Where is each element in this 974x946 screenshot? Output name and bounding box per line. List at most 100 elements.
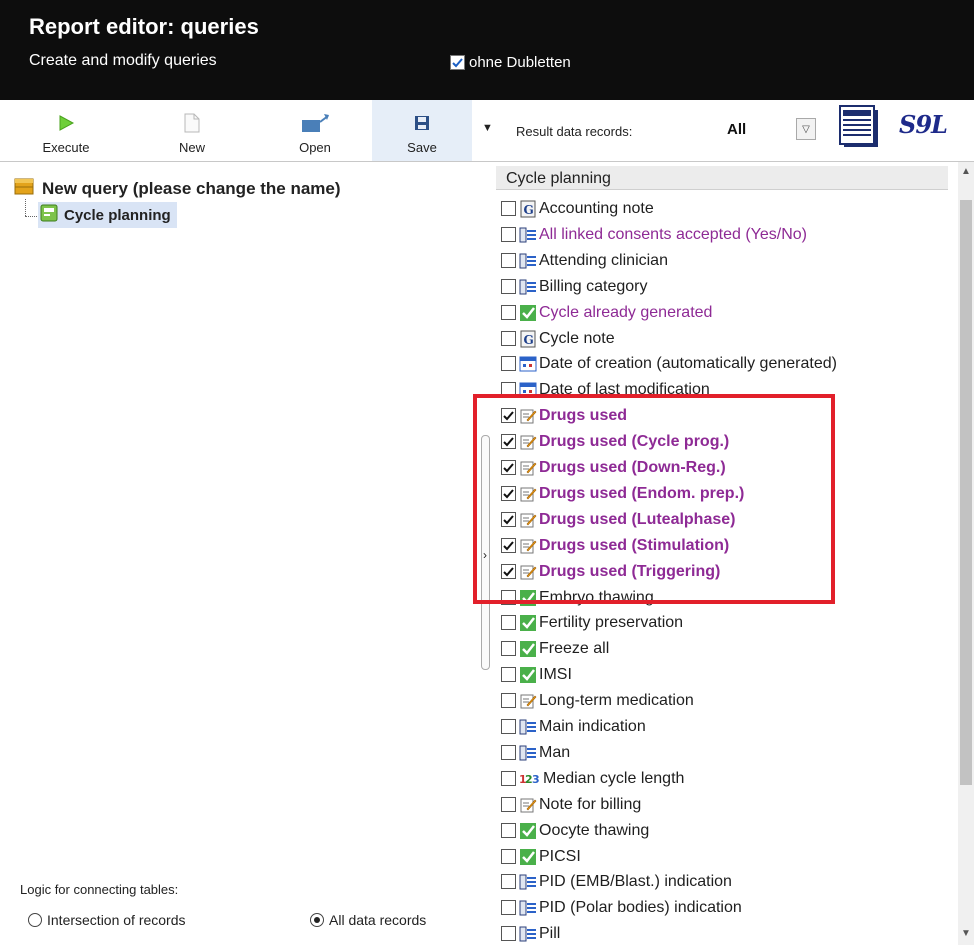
logic-label: Logic for connecting tables: <box>20 882 179 897</box>
field-item[interactable]: Long-term medication <box>501 688 694 713</box>
field-item[interactable]: Drugs used (Cycle prog.) <box>501 429 729 454</box>
field-checkbox-checked[interactable] <box>501 486 516 501</box>
field-checkbox[interactable] <box>501 382 516 397</box>
tree-node-cycle-planning[interactable]: Cycle planning <box>38 202 177 228</box>
field-checkbox-checked[interactable] <box>501 434 516 449</box>
field-label: Main indication <box>539 717 646 735</box>
field-checkbox[interactable] <box>501 356 516 371</box>
field-item[interactable]: Drugs used (Endom. prep.) <box>501 481 744 506</box>
field-checkbox[interactable] <box>501 926 516 941</box>
field-checkbox-checked[interactable] <box>501 538 516 553</box>
field-item[interactable]: Drugs used (Stimulation) <box>501 533 729 558</box>
field-checkbox[interactable] <box>501 201 516 216</box>
new-button[interactable]: New <box>172 100 212 161</box>
save-icon <box>414 108 430 138</box>
field-item[interactable]: Billing category <box>501 274 648 299</box>
report-icon[interactable] <box>838 104 880 153</box>
field-item[interactable]: All linked consents accepted (Yes/No) <box>501 222 807 247</box>
dedup-checkbox[interactable] <box>450 55 465 70</box>
field-checkbox[interactable] <box>501 615 516 630</box>
field-checkbox[interactable] <box>501 279 516 294</box>
result-records-value[interactable]: All <box>727 121 746 138</box>
field-checkbox[interactable] <box>501 590 516 605</box>
radio-circle[interactable] <box>28 913 42 927</box>
field-item[interactable]: Date of creation (automatically generate… <box>501 351 837 376</box>
field-item[interactable]: Date of last modification <box>501 377 710 402</box>
chevron-right-icon[interactable]: › <box>483 548 487 562</box>
radio-all-records[interactable]: All data records <box>310 912 426 928</box>
field-checkbox[interactable] <box>501 849 516 864</box>
field-label: Drugs used (Cycle prog.) <box>539 432 730 450</box>
field-item[interactable]: G Accounting note <box>501 196 654 221</box>
execute-button[interactable]: Execute <box>40 100 92 161</box>
scroll-thumb[interactable] <box>960 200 972 785</box>
field-checkbox[interactable] <box>501 797 516 812</box>
field-item[interactable]: Oocyte thawing <box>501 818 649 843</box>
field-item[interactable]: Freeze all <box>501 636 609 661</box>
field-checkbox[interactable] <box>501 745 516 760</box>
check-icon <box>519 614 537 632</box>
field-label: Drugs used <box>539 406 628 424</box>
edit-icon <box>519 407 537 425</box>
field-item[interactable]: Embryo thawing <box>501 585 654 610</box>
field-item[interactable]: Pill <box>501 921 560 946</box>
field-item[interactable]: Drugs used (Lutealphase) <box>501 507 735 532</box>
field-checkbox[interactable] <box>501 874 516 889</box>
field-item[interactable]: PID (Polar bodies) indication <box>501 895 742 920</box>
scroll-down-icon[interactable]: ▼ <box>960 928 972 939</box>
field-item[interactable]: Man <box>501 740 570 765</box>
dedup-label: ohne Dubletten <box>469 54 571 71</box>
dedup-checkbox-row[interactable]: ohne Dubletten <box>450 54 571 71</box>
field-checkbox[interactable] <box>501 227 516 242</box>
field-checkbox[interactable] <box>501 719 516 734</box>
field-item[interactable]: Drugs used <box>501 403 627 428</box>
field-checkbox[interactable] <box>501 253 516 268</box>
field-checkbox[interactable] <box>501 900 516 915</box>
field-checkbox[interactable] <box>501 771 516 786</box>
field-checkbox[interactable] <box>501 641 516 656</box>
open-folder-icon <box>300 108 330 138</box>
field-checkbox-checked[interactable] <box>501 460 516 475</box>
field-item[interactable]: Note for billing <box>501 792 641 817</box>
field-item[interactable]: IMSI <box>501 662 572 687</box>
field-checkbox[interactable] <box>501 823 516 838</box>
field-checkbox-checked[interactable] <box>501 564 516 579</box>
field-item[interactable]: Cycle already generated <box>501 300 712 325</box>
open-button[interactable]: Open <box>290 100 340 161</box>
field-item[interactable]: Drugs used (Down-Reg.) <box>501 455 726 480</box>
field-item[interactable]: Attending clinician <box>501 248 668 273</box>
field-checkbox[interactable] <box>501 305 516 320</box>
open-label: Open <box>299 140 331 155</box>
header-bar: Report editor: queries Create and modify… <box>0 0 974 100</box>
field-label: Drugs used (Triggering) <box>539 562 721 580</box>
new-label: New <box>178 140 205 155</box>
field-item[interactable]: 1 2 3 Median cycle length <box>501 766 684 791</box>
radio-intersection[interactable]: Intersection of records <box>28 912 186 928</box>
radio-circle-selected[interactable] <box>310 913 324 927</box>
field-item[interactable]: Drugs used (Triggering) <box>501 559 720 584</box>
field-item[interactable]: PID (EMB/Blast.) indication <box>501 869 732 894</box>
save-button[interactable]: Save <box>372 100 472 161</box>
field-label: Median cycle length <box>543 769 685 787</box>
field-checkbox[interactable] <box>501 331 516 346</box>
field-label: Attending clinician <box>539 251 668 269</box>
field-label: Oocyte thawing <box>539 821 650 839</box>
vertical-scrollbar[interactable]: ▲ ▼ <box>958 162 974 945</box>
field-checkbox[interactable] <box>501 693 516 708</box>
field-checkbox-checked[interactable] <box>501 512 516 527</box>
query-root-node[interactable]: New query (please change the name) <box>14 176 341 201</box>
list-icon <box>519 899 537 917</box>
field-checkbox[interactable] <box>501 667 516 682</box>
result-records-dropdown[interactable]: ▽ <box>796 118 816 140</box>
page-subtitle: Create and modify queries <box>29 52 217 69</box>
field-checkbox-checked[interactable] <box>501 408 516 423</box>
field-item[interactable]: Fertility preservation <box>501 610 683 635</box>
list-icon <box>519 226 537 244</box>
save-dropdown-arrow-icon[interactable]: ▼ <box>482 122 493 134</box>
field-item[interactable]: PICSI <box>501 844 581 869</box>
field-label: Cycle already generated <box>539 303 713 321</box>
field-item[interactable]: G Cycle note <box>501 326 615 351</box>
field-label: Drugs used (Down-Reg.) <box>539 458 726 476</box>
scroll-up-icon[interactable]: ▲ <box>960 166 972 177</box>
field-item[interactable]: Main indication <box>501 714 646 739</box>
